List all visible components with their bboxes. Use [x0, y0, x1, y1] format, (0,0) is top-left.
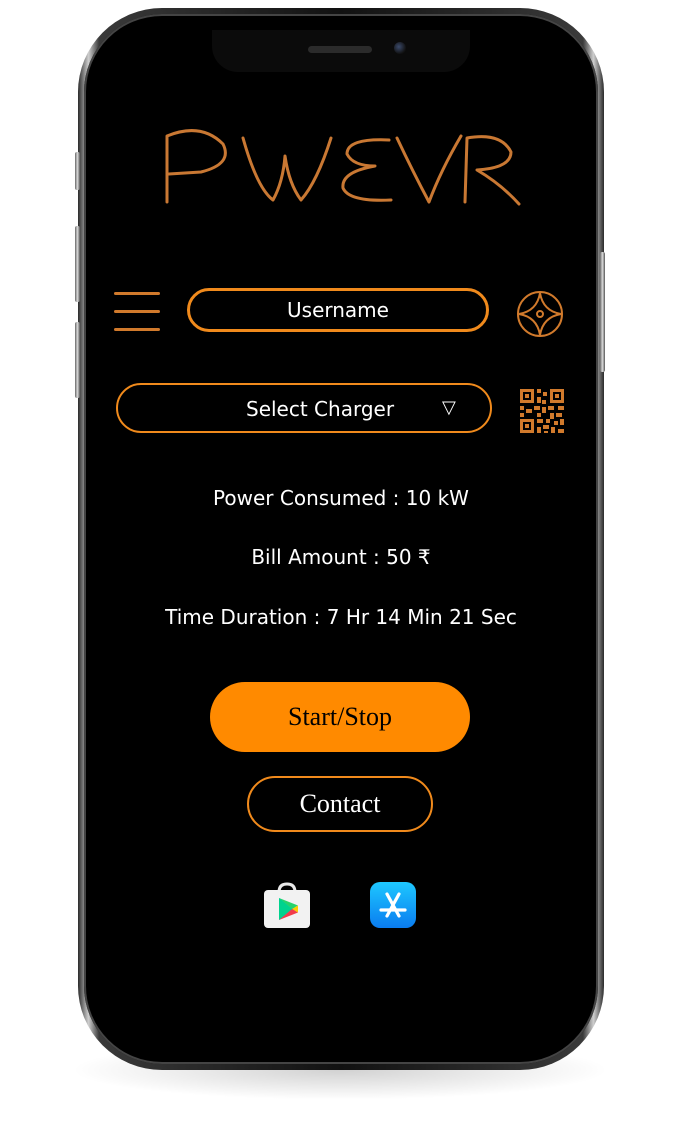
- silent-switch: [75, 152, 80, 190]
- power-button: [600, 252, 605, 372]
- app-logo: [104, 122, 578, 212]
- time-duration-text: Time Duration : 7 Hr 14 Min 21 Sec: [165, 605, 517, 629]
- power-consumed-text: Power Consumed : 10 kW: [213, 486, 469, 510]
- hamburger-menu-icon[interactable]: [114, 292, 162, 332]
- chevron-down-icon: ▽: [442, 397, 456, 418]
- front-camera: [394, 42, 406, 54]
- notch: [212, 30, 470, 72]
- volume-up-button: [75, 226, 80, 302]
- qr-code-icon[interactable]: [518, 387, 566, 435]
- volume-down-button: [75, 322, 80, 398]
- bill-amount-text: Bill Amount : 50 ₹: [251, 545, 431, 569]
- charger-select-dropdown[interactable]: Select Charger ▽: [116, 383, 492, 433]
- charger-select-label: Select Charger: [246, 397, 395, 421]
- apple-app-store-icon[interactable]: [368, 882, 418, 930]
- app-screen: Username Select Charger ▽ Power Consumed…: [104, 30, 578, 1048]
- speaker-grille: [308, 46, 372, 53]
- username-display[interactable]: Username: [187, 288, 489, 332]
- contact-button[interactable]: Contact: [247, 776, 433, 832]
- start-stop-button[interactable]: Start/Stop: [210, 682, 470, 752]
- google-play-store-icon[interactable]: [262, 882, 312, 930]
- compass-star-icon[interactable]: [516, 290, 564, 338]
